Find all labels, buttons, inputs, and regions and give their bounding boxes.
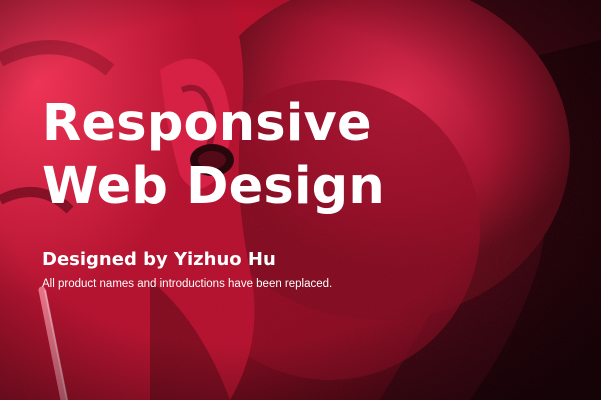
disclaimer-note: All product names and introductions have… xyxy=(42,278,333,290)
hero-title-line-2: Web Design xyxy=(42,157,385,216)
designer-credit: Designed by Yizhuo Hu xyxy=(42,249,276,270)
hero-banner: Responsive Web Design Designed by Yizhuo… xyxy=(0,0,601,400)
hero-title-line-1: Responsive xyxy=(42,94,372,153)
hero-title: Responsive Web Design xyxy=(42,92,385,218)
